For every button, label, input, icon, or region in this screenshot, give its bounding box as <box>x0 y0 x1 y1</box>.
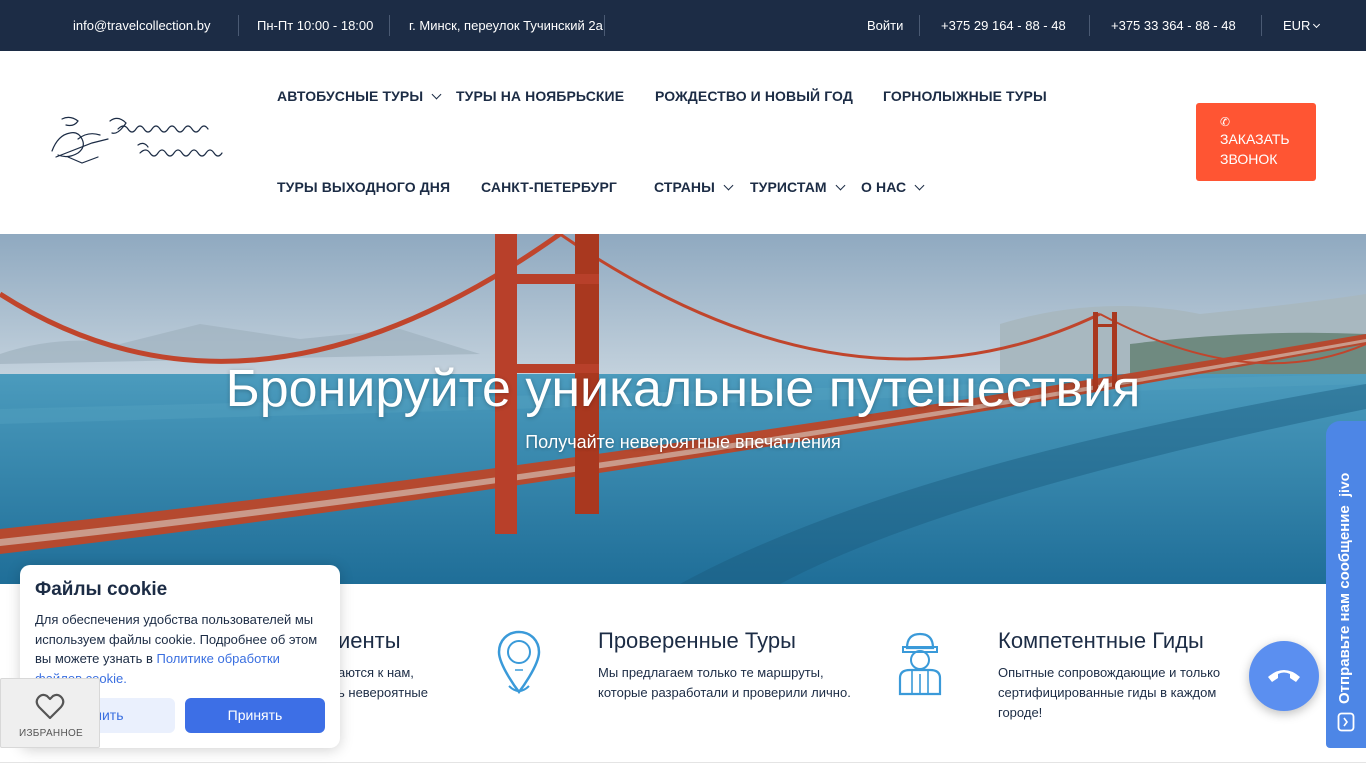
site-logo[interactable] <box>48 113 238 171</box>
hero-title: Бронируйте уникальные путешествия <box>225 360 1141 418</box>
feature-text-line: Опытные сопровождающие и только <box>998 665 1221 680</box>
divider <box>1261 15 1262 36</box>
feature-text-line: сертифицированные гиды в каждом <box>998 685 1217 700</box>
working-hours: Пн-Пт 10:00 - 18:00 <box>257 18 374 33</box>
nav-label: ГОРНОЛЫЖНЫЕ ТУРЫ <box>883 88 1047 104</box>
call-icon <box>1268 670 1300 682</box>
nav-label: ТУРЫ ВЫХОДНОГО ДНЯ <box>277 179 451 195</box>
hero-subtitle: Получайте невероятные впечатления <box>525 432 841 452</box>
currency-select[interactable]: EUR <box>1283 0 1321 51</box>
phone-link-1[interactable]: +375 29 164 - 88 - 48 <box>941 0 1066 51</box>
nav-christmas[interactable]: РОЖДЕСТВО И НОВЫЙ ГОД <box>655 88 853 104</box>
feature-text-line: аются к нам, <box>338 665 414 680</box>
nav-label: САНКТ-ПЕТЕРБУРГ <box>481 179 617 195</box>
feature-text-line: которые разработали и проверили лично. <box>598 685 851 700</box>
nav-label: ТУРЫ НА НОЯБРЬСКИЕ <box>456 88 625 104</box>
feature-title-guides: Компетентные Гиды <box>998 628 1204 653</box>
nav-label: АВТОБУСНЫЕ ТУРЫ <box>277 88 424 104</box>
hero-banner: Бронируйте уникальные путешествия Получа… <box>0 234 1366 584</box>
map-pin-icon <box>497 630 541 695</box>
divider <box>604 15 605 36</box>
chevron-down-icon <box>835 180 846 191</box>
callback-line-1: ЗАКАЗАТЬ <box>1220 131 1290 147</box>
callback-line-2: ЗВОНОК <box>1220 151 1278 167</box>
feature-title-tours: Проверенные Туры <box>598 628 796 653</box>
nav-label: О НАС <box>861 179 907 195</box>
top-bar: info@travelcollection.by Пн-Пт 10:00 - 1… <box>0 0 1366 51</box>
nav-about[interactable]: О НАС <box>861 179 925 195</box>
nav-label: РОЖДЕСТВО И НОВЫЙ ГОД <box>655 88 853 104</box>
currency-value: EUR <box>1283 18 1311 33</box>
site-header: АВТОБУСНЫЕ ТУРЫ ТУРЫ НА НОЯБРЬСКИЕ РОЖДЕ… <box>0 51 1366 234</box>
contact-email[interactable]: info@travelcollection.by <box>73 0 210 51</box>
feature-text-line: ь невероятные <box>338 685 428 700</box>
nav-november-tours[interactable]: ТУРЫ НА НОЯБРЬСКИЕ <box>456 88 624 104</box>
nav-spb[interactable]: САНКТ-ПЕТЕРБУРГ <box>481 179 617 195</box>
section-divider <box>0 762 1366 763</box>
nav-countries[interactable]: СТРАНЫ <box>654 179 734 195</box>
feature-text-guides: Опытные сопровождающие и только сертифиц… <box>998 663 1238 723</box>
cookie-text: Для обеспечения удобства пользователей м… <box>35 610 330 688</box>
phone-icon: ✆ <box>1220 115 1231 129</box>
chevron-down-icon <box>914 180 925 191</box>
jivo-message: Отправьте нам сообщение <box>1336 505 1353 704</box>
nav-ski-tours[interactable]: ГОРНОЛЫЖНЫЕ ТУРЫ <box>883 88 1047 104</box>
divider <box>1089 15 1090 36</box>
login-link[interactable]: Войти <box>867 0 903 51</box>
nav-label: СТРАНЫ <box>654 179 715 195</box>
nav-weekend-tours[interactable]: ТУРЫ ВЫХОДНОГО ДНЯ <box>277 179 450 195</box>
divider <box>919 15 920 36</box>
guide-icon <box>898 632 942 696</box>
feature-text-clients: аются к нам, ь невероятные <box>338 663 478 703</box>
feature-text-tours: Мы предлагаем только те маршруты, которы… <box>598 663 868 703</box>
favorites-widget[interactable]: ИЗБРАННОЕ <box>0 678 100 748</box>
cookie-title: Файлы cookie <box>35 579 168 600</box>
jivo-label: Отправьте нам сообщение jivo <box>1336 473 1353 704</box>
feature-text-line: Мы предлагаем только те маршруты, <box>598 665 824 680</box>
callback-button[interactable]: ✆ ЗАКАЗАТЬ ЗВОНОК <box>1196 103 1316 181</box>
chevron-down-icon <box>723 180 734 191</box>
office-address: г. Минск, переулок Тучинский 2а <box>409 18 603 33</box>
feature-text-line: городе! <box>998 705 1043 720</box>
chevron-down-icon <box>431 89 442 100</box>
divider <box>389 15 390 36</box>
jivo-call-button[interactable] <box>1249 641 1319 711</box>
nav-tourists[interactable]: ТУРИСТАМ <box>750 179 846 195</box>
chevron-down-icon <box>1313 20 1321 29</box>
nav-label: ТУРИСТАМ <box>750 179 827 195</box>
chat-icon <box>1337 712 1355 732</box>
heart-icon <box>35 693 65 720</box>
nav-bus-tours[interactable]: АВТОБУСНЫЕ ТУРЫ <box>277 88 442 104</box>
feature-title-clients: иенты <box>338 628 401 653</box>
phone-link-2[interactable]: +375 33 364 - 88 - 48 <box>1111 0 1236 51</box>
cookie-accept-button[interactable]: Принять <box>185 698 325 733</box>
jivo-brand: jivo <box>1336 472 1352 497</box>
divider <box>238 15 239 36</box>
favorites-label: ИЗБРАННОЕ <box>18 728 84 739</box>
